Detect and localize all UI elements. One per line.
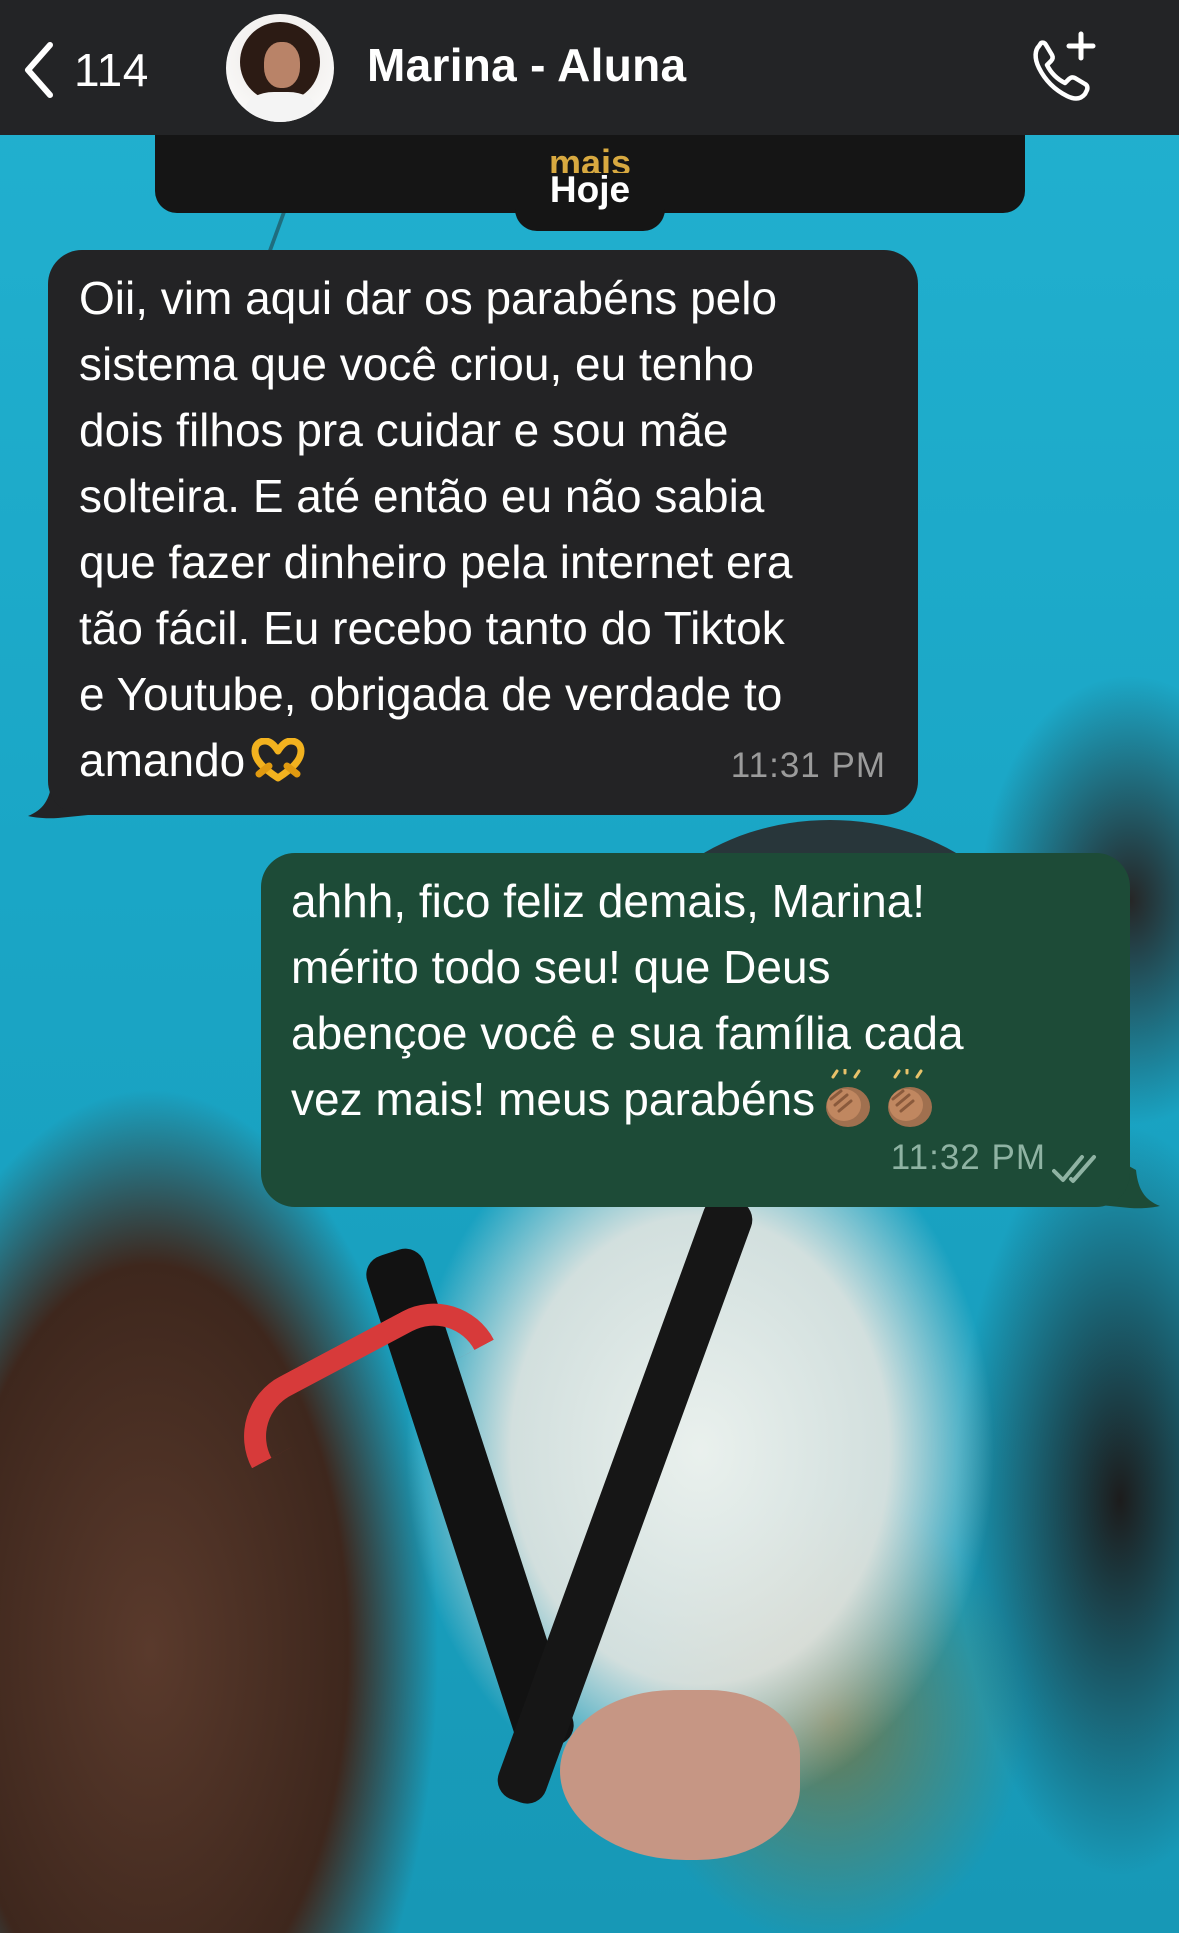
message-time: 11:31 PM: [730, 746, 886, 785]
phone-plus-icon[interactable]: [1025, 30, 1101, 106]
wallpaper-strap: [492, 1190, 758, 1810]
message-text: Oii, vim aqui dar os parabéns pelo siste…: [79, 272, 793, 786]
chevron-left-icon: [25, 42, 53, 98]
date-separator-label: Hoje: [549, 169, 631, 210]
back-button[interactable]: 114: [22, 40, 149, 100]
date-separator: Hoje: [515, 169, 665, 231]
clapping-hands-emoji: [888, 1069, 933, 1127]
incoming-message[interactable]: Oii, vim aqui dar os parabéns pelo siste…: [48, 250, 918, 815]
heart-hands-emoji: [251, 738, 305, 782]
chat-header: 114 Marina - Aluna: [0, 0, 1179, 135]
clapping-hands-emoji: [826, 1069, 871, 1127]
message-time: 11:32 PM: [890, 1138, 1046, 1177]
double-check-icon: [1052, 1155, 1096, 1183]
wallpaper-red-handle: [220, 1279, 494, 1469]
avatar[interactable]: [226, 14, 334, 122]
wallpaper-hand: [560, 1690, 800, 1860]
outgoing-message[interactable]: ahhh, fico feliz demais, Marina! mérito …: [261, 853, 1130, 1207]
contact-name[interactable]: Marina - Aluna: [367, 38, 686, 92]
wallpaper-strap: [361, 1243, 579, 1757]
unread-count: 114: [74, 44, 149, 96]
